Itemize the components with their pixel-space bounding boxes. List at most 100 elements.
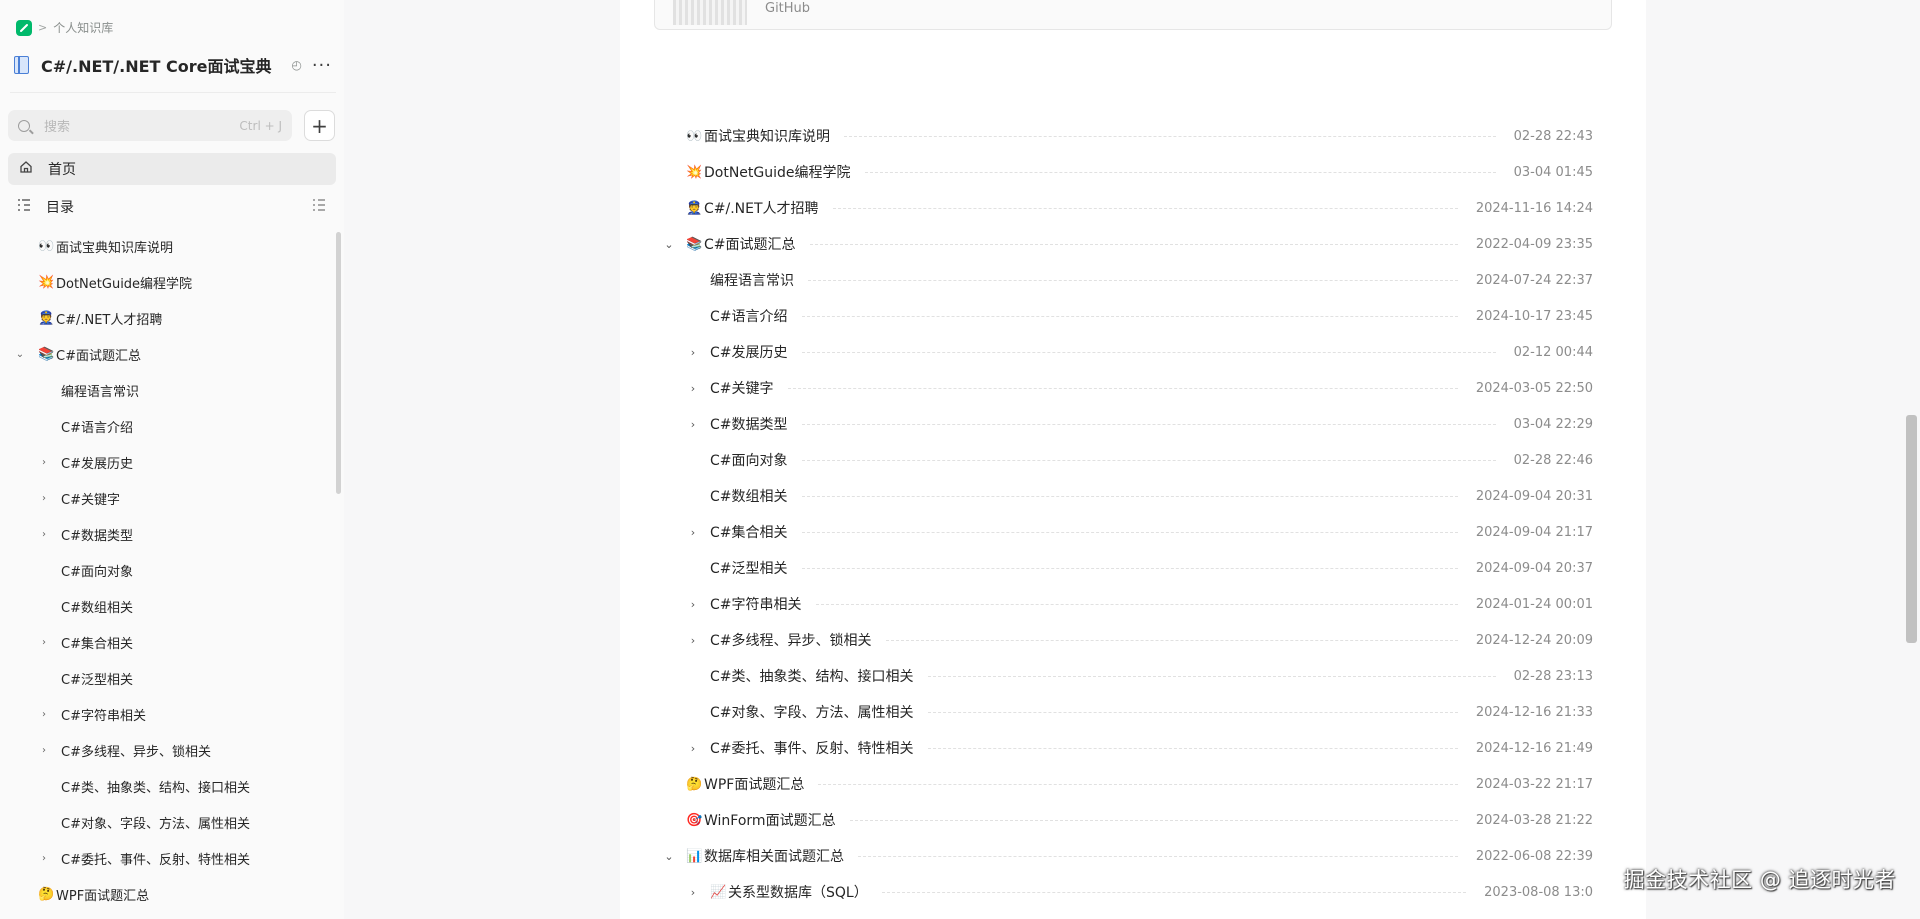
doc-title[interactable]: C#泛型相关: [710, 558, 788, 578]
sidebar-item[interactable]: › C#发展历史: [0, 444, 336, 480]
chevron-right-icon[interactable]: ›: [686, 526, 700, 539]
toc-collapse-icon[interactable]: [312, 199, 326, 215]
page-scrollbar[interactable]: [1906, 415, 1917, 643]
doc-row[interactable]: 👀 面试宝典知识库说明 02-28 22:43: [620, 118, 1646, 154]
doc-title[interactable]: C#对象、字段、方法、属性相关: [710, 702, 914, 722]
sidebar-item[interactable]: › C#委托、事件、反射、特性相关: [0, 840, 336, 876]
doc-title[interactable]: 数据库相关面试题汇总: [704, 846, 844, 866]
book-title[interactable]: C#/.NET/.NET Core面试宝典（...: [41, 53, 277, 77]
chevron-right-icon[interactable]: ›: [38, 529, 50, 540]
nav-home-label: 首页: [48, 162, 76, 178]
sidebar-item[interactable]: 💥 DotNetGuide编程学院: [0, 264, 336, 300]
sidebar-item[interactable]: C#对象、字段、方法、属性相关: [0, 804, 336, 840]
sidebar-item[interactable]: › C#关键字: [0, 480, 336, 516]
doc-emoji-icon: 🤔: [686, 776, 703, 792]
chevron-right-icon[interactable]: ›: [686, 598, 700, 611]
doc-updated-date: 2022-04-09 23:35: [1475, 236, 1593, 252]
doc-row[interactable]: › C#多线程、异步、锁相关 2024-12-24 20:09: [620, 622, 1646, 658]
doc-row[interactable]: C#类、抽象类、结构、接口相关 02-28 23:13: [620, 658, 1646, 694]
chevron-right-icon[interactable]: ›: [38, 493, 50, 504]
doc-title[interactable]: C#面向对象: [710, 450, 788, 470]
doc-row[interactable]: › C#字符串相关 2024-01-24 00:01: [620, 586, 1646, 622]
doc-row[interactable]: › C#集合相关 2024-09-04 21:17: [620, 514, 1646, 550]
doc-title[interactable]: 面试宝典知识库说明: [704, 126, 830, 146]
doc-title[interactable]: C#数组相关: [710, 486, 788, 506]
sidebar-item[interactable]: › C#字符串相关: [0, 696, 336, 732]
chevron-right-icon[interactable]: ›: [686, 382, 700, 395]
sidebar-item[interactable]: › C#数据类型: [0, 516, 336, 552]
doc-title[interactable]: C#字符串相关: [710, 594, 802, 614]
chevron-right-icon[interactable]: ›: [686, 886, 700, 899]
sidebar-item[interactable]: ⌄ 📚 C#面试题汇总: [0, 336, 336, 372]
doc-title[interactable]: DotNetGuide编程学院: [704, 162, 851, 182]
doc-title[interactable]: C#多线程、异步、锁相关: [710, 630, 872, 650]
sidebar-item[interactable]: C#语言介绍: [0, 408, 336, 444]
doc-title[interactable]: 编程语言常识: [710, 270, 794, 290]
sidebar-item[interactable]: › C#集合相关: [0, 624, 336, 660]
doc-title[interactable]: C#数据类型: [710, 414, 788, 434]
sidebar-item-label: WPF面试题汇总: [56, 888, 150, 904]
doc-row[interactable]: ⌄ 📚 C#面试题汇总 2022-04-09 23:35: [620, 226, 1646, 262]
chevron-down-icon[interactable]: ⌄: [662, 850, 676, 863]
sidebar-scrollbar[interactable]: [336, 232, 341, 494]
doc-title[interactable]: WPF面试题汇总: [704, 774, 804, 794]
doc-row[interactable]: 🤔 WPF面试题汇总 2024-03-22 21:17: [620, 766, 1646, 802]
doc-row[interactable]: › 📈 关系型数据库（SQL） 2023-08-08 13:0: [620, 874, 1646, 910]
doc-row[interactable]: › C#委托、事件、反射、特性相关 2024-12-16 21:49: [620, 730, 1646, 766]
sidebar-item[interactable]: C#面向对象: [0, 552, 336, 588]
doc-row[interactable]: › C#关键字 2024-03-05 22:50: [620, 370, 1646, 406]
doc-row[interactable]: 编程语言常识 2024-07-24 22:37: [620, 262, 1646, 298]
chevron-right-icon[interactable]: ›: [686, 742, 700, 755]
chevron-down-icon[interactable]: ⌄: [662, 238, 676, 251]
sidebar-item[interactable]: C#类、抽象类、结构、接口相关: [0, 768, 336, 804]
chevron-right-icon[interactable]: ›: [38, 457, 50, 468]
doc-row[interactable]: C#数组相关 2024-09-04 20:31: [620, 478, 1646, 514]
leader-dots: [801, 459, 1496, 461]
sidebar-item[interactable]: C#数组相关: [0, 588, 336, 624]
github-card[interactable]: GitHub: [654, 0, 1612, 30]
doc-row[interactable]: ⌄ 📊 数据库相关面试题汇总 2022-06-08 22:39: [620, 838, 1646, 874]
doc-row[interactable]: 👮 C#/.NET人才招聘 2024-11-16 14:24: [620, 190, 1646, 226]
doc-row[interactable]: › C#发展历史 02-12 00:44: [620, 334, 1646, 370]
chevron-right-icon[interactable]: ›: [38, 745, 50, 756]
doc-title[interactable]: C#集合相关: [710, 522, 788, 542]
doc-row[interactable]: C#语言介绍 2024-10-17 23:45: [620, 298, 1646, 334]
doc-row[interactable]: 💥 DotNetGuide编程学院 03-04 01:45: [620, 154, 1646, 190]
doc-title[interactable]: C#面试题汇总: [704, 234, 796, 254]
doc-title[interactable]: C#委托、事件、反射、特性相关: [710, 738, 914, 758]
app-logo-icon[interactable]: [16, 19, 32, 36]
sidebar-item[interactable]: 编程语言常识: [0, 372, 336, 408]
doc-row[interactable]: C#面向对象 02-28 22:46: [620, 442, 1646, 478]
doc-title[interactable]: 关系型数据库（SQL）: [728, 882, 868, 902]
sidebar-item[interactable]: › C#多线程、异步、锁相关: [0, 732, 336, 768]
sidebar-item[interactable]: 👮 C#/.NET人才招聘: [0, 300, 336, 336]
doc-row[interactable]: C#对象、字段、方法、属性相关 2024-12-16 21:33: [620, 694, 1646, 730]
sidebar-item[interactable]: 👀 面试宝典知识库说明: [0, 228, 336, 264]
doc-title[interactable]: WinForm面试题汇总: [704, 810, 836, 830]
doc-row[interactable]: 🎯 WinForm面试题汇总 2024-03-28 21:22: [620, 802, 1646, 838]
doc-title[interactable]: C#语言介绍: [710, 306, 788, 326]
chevron-right-icon[interactable]: ›: [686, 634, 700, 647]
nav-home[interactable]: 首页: [8, 153, 336, 185]
chevron-right-icon[interactable]: ›: [686, 418, 700, 431]
nav-toc[interactable]: 目录: [8, 191, 336, 223]
chevron-right-icon[interactable]: ›: [686, 346, 700, 359]
sidebar-item-label: C#关键字: [61, 492, 120, 508]
doc-row[interactable]: › C#数据类型 03-04 22:29: [620, 406, 1646, 442]
doc-title[interactable]: C#类、抽象类、结构、接口相关: [710, 666, 914, 686]
more-options-icon[interactable]: ···: [312, 55, 332, 76]
breadcrumb-knowledge-base[interactable]: 个人知识库: [53, 19, 113, 36]
chevron-right-icon[interactable]: ›: [38, 853, 50, 864]
search-input[interactable]: 搜索 Ctrl + J: [8, 110, 292, 141]
chevron-down-icon[interactable]: ⌄: [14, 349, 26, 360]
doc-title[interactable]: C#/.NET人才招聘: [704, 198, 819, 218]
chevron-right-icon[interactable]: ›: [38, 709, 50, 720]
privacy-icon[interactable]: ◴: [291, 58, 301, 72]
sidebar-item[interactable]: 🤔 WPF面试题汇总: [0, 876, 336, 912]
chevron-right-icon[interactable]: ›: [38, 637, 50, 648]
doc-row[interactable]: C#泛型相关 2024-09-04 20:37: [620, 550, 1646, 586]
doc-title[interactable]: C#关键字: [710, 378, 774, 398]
sidebar-item[interactable]: C#泛型相关: [0, 660, 336, 696]
doc-title[interactable]: C#发展历史: [710, 342, 788, 362]
add-button[interactable]: +: [304, 110, 335, 141]
